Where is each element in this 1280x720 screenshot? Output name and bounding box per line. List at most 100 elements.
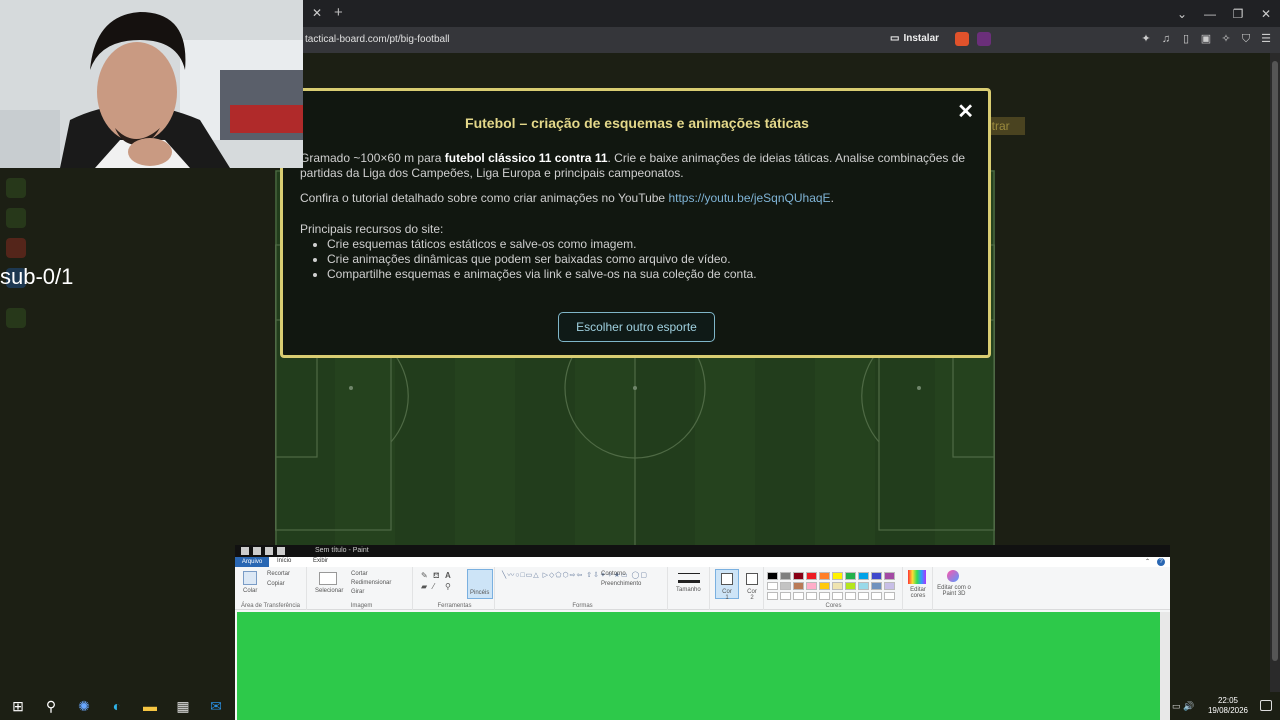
copy-button[interactable]: Copiar bbox=[267, 581, 285, 587]
shapes-gallery[interactable]: ╲〰○□▭△ ▷◇⬠⬡⇨⇦ ⇧⇩✦✧★▭ ◯▢ bbox=[502, 570, 648, 580]
install-button[interactable]: ▭ Instalar bbox=[890, 33, 939, 44]
color-swatch[interactable] bbox=[767, 582, 778, 590]
minimize-icon[interactable]: — bbox=[1196, 7, 1224, 21]
select-button[interactable]: Selecionar bbox=[315, 588, 343, 594]
tool-icon-5[interactable] bbox=[6, 308, 26, 328]
fill-icon[interactable]: ⛾ bbox=[433, 571, 440, 581]
color-swatch[interactable] bbox=[845, 572, 856, 580]
url-field[interactable]: tactical-board.com/pt/big-football bbox=[305, 34, 450, 45]
color-swatch[interactable] bbox=[806, 592, 817, 600]
network-volume-icons[interactable]: ▭ 🔊 bbox=[1172, 701, 1194, 712]
color-swatch[interactable] bbox=[871, 582, 882, 590]
color-swatch[interactable] bbox=[819, 572, 830, 580]
select-icon[interactable] bbox=[319, 572, 337, 585]
paste-button[interactable]: Colar bbox=[243, 588, 257, 594]
color-swatch[interactable] bbox=[832, 592, 843, 600]
redo-icon[interactable] bbox=[277, 547, 285, 555]
choose-sport-button[interactable]: Escolher outro esporte bbox=[558, 312, 715, 342]
fill-button[interactable]: Preenchimento bbox=[601, 581, 641, 587]
page-scrollbar[interactable] bbox=[1270, 53, 1280, 720]
collapse-ribbon-icon[interactable]: ⌃ bbox=[1145, 558, 1150, 565]
color-swatch[interactable] bbox=[819, 592, 830, 600]
crop-button[interactable]: Cortar bbox=[351, 571, 368, 577]
color-swatch[interactable] bbox=[767, 592, 778, 600]
enter-button-partial[interactable]: ntrar bbox=[985, 117, 1025, 135]
menu-arquivo[interactable]: Arquivo bbox=[235, 557, 269, 567]
color-swatch[interactable] bbox=[871, 572, 882, 580]
paint-canvas[interactable] bbox=[237, 612, 1160, 720]
menu-exibir[interactable]: Exibir bbox=[313, 558, 328, 564]
color-swatch[interactable] bbox=[793, 582, 804, 590]
store-icon[interactable]: ▦ bbox=[173, 696, 193, 716]
brave-shield-icon[interactable] bbox=[955, 32, 969, 46]
paint3d-button[interactable]: Editar com o Paint 3D bbox=[935, 585, 973, 597]
edit-colors-button[interactable]: Editar cores bbox=[906, 587, 930, 599]
paint3d-icon[interactable] bbox=[947, 570, 959, 582]
save-icon[interactable] bbox=[253, 547, 261, 555]
color2-swatch[interactable] bbox=[746, 573, 758, 585]
scroll-thumb[interactable] bbox=[1272, 61, 1278, 661]
color-swatch[interactable] bbox=[858, 582, 869, 590]
tool-icon-3[interactable] bbox=[6, 238, 26, 258]
restore-icon[interactable]: ❐ bbox=[1224, 7, 1252, 21]
text-icon[interactable]: A bbox=[445, 571, 451, 580]
color-swatch[interactable] bbox=[780, 572, 791, 580]
paint-scrollbar[interactable] bbox=[1160, 612, 1170, 720]
edit-colors-icon[interactable] bbox=[908, 570, 926, 584]
color-swatch[interactable] bbox=[871, 592, 882, 600]
paste-icon[interactable] bbox=[243, 571, 257, 585]
picker-icon[interactable]: ⁄ bbox=[433, 582, 434, 591]
eraser-icon[interactable]: ▰ bbox=[421, 582, 427, 591]
close-icon[interactable]: ✕ bbox=[957, 99, 974, 124]
color-swatch[interactable] bbox=[832, 582, 843, 590]
help-icon[interactable]: ? bbox=[1157, 558, 1165, 566]
color-swatch[interactable] bbox=[858, 572, 869, 580]
color-swatch[interactable] bbox=[806, 572, 817, 580]
color-swatch[interactable] bbox=[884, 572, 895, 580]
color-swatch[interactable] bbox=[780, 592, 791, 600]
cut-button[interactable]: Recortar bbox=[267, 571, 290, 577]
edge-icon[interactable]: ◐ bbox=[107, 696, 127, 716]
brave-rewards-icon[interactable] bbox=[977, 32, 991, 46]
outline-button[interactable]: Contorno bbox=[601, 571, 626, 577]
color-swatch[interactable] bbox=[819, 582, 830, 590]
rotate-button[interactable]: Girar bbox=[351, 589, 364, 595]
color-swatch[interactable] bbox=[793, 592, 804, 600]
color-swatch[interactable] bbox=[832, 572, 843, 580]
windows-start-icon[interactable]: ⊞ bbox=[8, 696, 28, 716]
extensions-icon[interactable]: ✦ bbox=[1140, 32, 1152, 46]
search-icon[interactable]: ⚲ bbox=[41, 696, 61, 716]
youtube-link[interactable]: https://youtu.be/jeSqnQUhaqE bbox=[668, 191, 830, 205]
color-swatch[interactable] bbox=[845, 582, 856, 590]
color-swatch[interactable] bbox=[767, 572, 778, 580]
magnifier-icon[interactable]: ⚲ bbox=[445, 582, 451, 591]
tab-list-icon[interactable]: ⌄ bbox=[1168, 7, 1196, 21]
tab-close-button[interactable]: ✕ bbox=[308, 5, 326, 21]
file-explorer-icon[interactable]: ▬ bbox=[140, 696, 160, 716]
tool-icon-1[interactable] bbox=[6, 178, 26, 198]
menu-inicio[interactable]: Início bbox=[277, 558, 291, 564]
menu-icon[interactable]: ☰ bbox=[1260, 32, 1272, 46]
sidebar-icon[interactable]: ▯ bbox=[1180, 32, 1192, 46]
mail-icon[interactable]: ✉ bbox=[206, 696, 226, 716]
size-icon[interactable] bbox=[678, 573, 700, 583]
new-tab-button[interactable]: + bbox=[334, 4, 343, 21]
notifications-icon[interactable] bbox=[1260, 700, 1272, 711]
music-icon[interactable]: ♫ bbox=[1160, 32, 1172, 46]
color-swatch[interactable] bbox=[780, 582, 791, 590]
color-swatch[interactable] bbox=[793, 572, 804, 580]
color-swatch[interactable] bbox=[845, 592, 856, 600]
resize-button[interactable]: Redimensionar bbox=[351, 580, 391, 586]
clock[interactable]: 22:05 19/08/2026 bbox=[1198, 696, 1258, 716]
leo-ai-icon[interactable]: ✧ bbox=[1220, 32, 1232, 46]
color-swatch[interactable] bbox=[806, 582, 817, 590]
undo-icon[interactable] bbox=[265, 547, 273, 555]
color-swatch[interactable] bbox=[884, 592, 895, 600]
size-button[interactable]: Tamanho bbox=[676, 587, 701, 593]
color-swatch[interactable] bbox=[858, 592, 869, 600]
vpn-shield-icon[interactable]: ⛉ bbox=[1240, 32, 1252, 46]
close-window-icon[interactable]: ✕ bbox=[1252, 7, 1280, 21]
tool-icon-2[interactable] bbox=[6, 208, 26, 228]
color-swatch[interactable] bbox=[884, 582, 895, 590]
copilot-icon[interactable]: ✺ bbox=[74, 696, 94, 716]
